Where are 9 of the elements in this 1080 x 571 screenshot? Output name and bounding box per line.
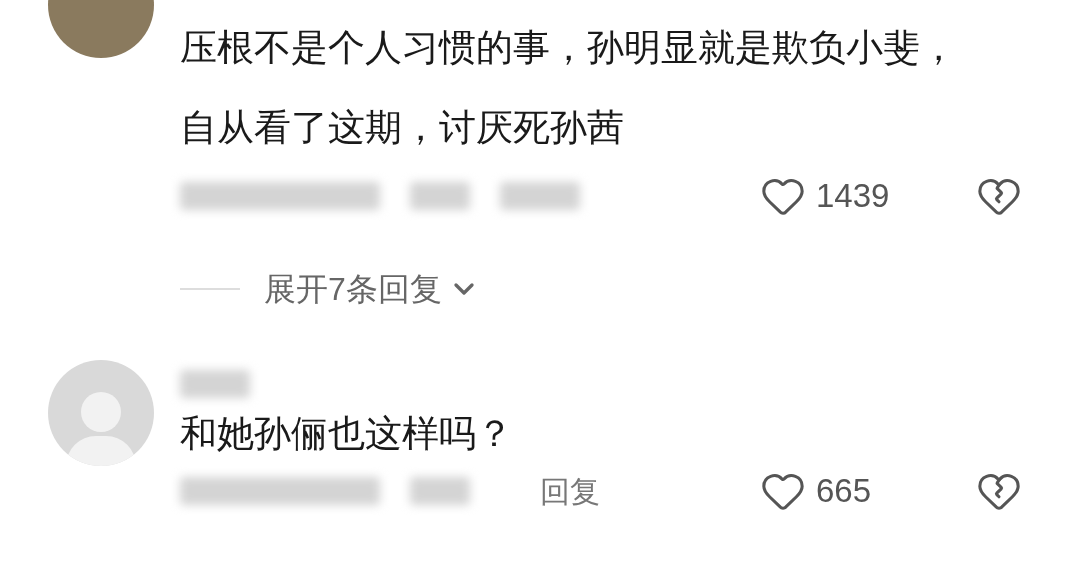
- like-count: 1439: [816, 176, 891, 217]
- comment-text: 压根不是个人习惯的事，孙明显就是欺负小斐，自从看了这期，讨厌死孙茜: [180, 26, 958, 150]
- expand-replies-button[interactable]: 展开7条回复: [264, 265, 480, 313]
- blurred-text: [180, 370, 250, 398]
- blurred-text: [410, 182, 470, 210]
- reply-link[interactable]: 回复: [540, 468, 600, 514]
- like-count: 665: [816, 471, 873, 512]
- comment-text: 和她孙俪也这样吗？: [180, 412, 514, 456]
- blurred-text: [410, 477, 470, 505]
